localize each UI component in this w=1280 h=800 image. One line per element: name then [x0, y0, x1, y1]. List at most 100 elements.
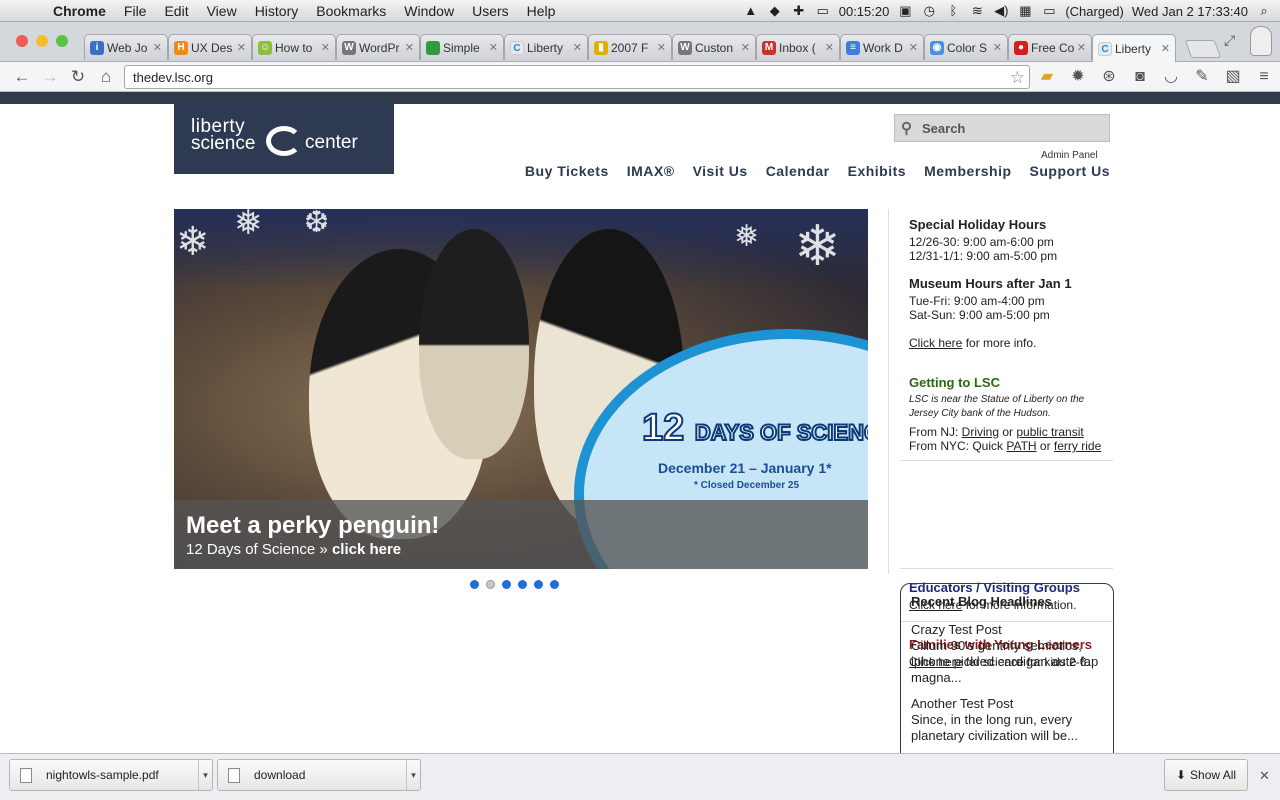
- evernote-icon[interactable]: ✎: [1191, 66, 1213, 88]
- reload-icon[interactable]: ↻: [64, 67, 92, 87]
- nav-support-us[interactable]: Support Us: [1030, 163, 1110, 179]
- tab-close-icon[interactable]: ✕: [405, 41, 414, 54]
- nav-calendar[interactable]: Calendar: [766, 163, 830, 179]
- google-drive-icon[interactable]: ▲: [743, 4, 759, 18]
- browser-tab[interactable]: Simple ✕: [420, 34, 504, 60]
- forward-arrow-icon[interactable]: →: [36, 67, 64, 87]
- back-arrow-icon[interactable]: ←: [8, 67, 36, 87]
- site-logo[interactable]: liberty science center: [174, 104, 394, 174]
- show-all-downloads-button[interactable]: ⬇ Show All: [1164, 759, 1248, 791]
- display-icon[interactable]: ▣: [897, 4, 913, 18]
- tab-close-icon[interactable]: ✕: [1161, 42, 1170, 55]
- menu-bookmarks[interactable]: Bookmarks: [307, 3, 395, 19]
- menu-view[interactable]: View: [198, 3, 246, 19]
- battery-time[interactable]: 00:15:20: [839, 4, 890, 19]
- public-transit-link[interactable]: public transit: [1016, 425, 1083, 439]
- browser-tab[interactable]: ▮ 2007 F ✕: [588, 34, 672, 60]
- menu-file[interactable]: File: [115, 3, 156, 19]
- browser-tab[interactable]: H UX Des ✕: [168, 34, 252, 60]
- nav-visit-us[interactable]: Visit Us: [693, 163, 748, 179]
- close-window-button[interactable]: [16, 35, 28, 47]
- browser-tab[interactable]: C Liberty ✕: [504, 34, 588, 60]
- tab-close-icon[interactable]: ✕: [237, 41, 246, 54]
- pocket-icon[interactable]: ◡: [1160, 66, 1182, 88]
- tab-close-icon[interactable]: ✕: [741, 41, 750, 54]
- profile-avatar[interactable]: [1250, 26, 1272, 56]
- volume-icon[interactable]: ◀): [993, 4, 1009, 18]
- blog-post[interactable]: Another Test Post Since, in the long run…: [911, 696, 1103, 744]
- download-item[interactable]: download ▾: [217, 759, 421, 791]
- path-link[interactable]: PATH: [1006, 439, 1036, 453]
- tab-close-icon[interactable]: ✕: [573, 41, 582, 54]
- input-menu-icon[interactable]: ▦: [1017, 4, 1033, 18]
- slide-dot[interactable]: [502, 580, 511, 589]
- zoom-window-button[interactable]: [56, 35, 68, 47]
- browser-tab[interactable]: ≡ Work D ✕: [840, 34, 924, 60]
- browser-tab[interactable]: ◉ Color S ✕: [924, 34, 1008, 60]
- tab-close-icon[interactable]: ✕: [657, 41, 666, 54]
- bookmark-star-icon[interactable]: ☆: [1010, 68, 1025, 88]
- address-url[interactable]: thedev.lsc.org: [133, 70, 213, 85]
- ferry-ride-link[interactable]: ferry ride: [1054, 439, 1101, 453]
- time-machine-icon[interactable]: ◷: [921, 4, 937, 18]
- tab-close-icon[interactable]: ✕: [1077, 41, 1086, 54]
- close-download-shelf-icon[interactable]: ✕: [1259, 768, 1270, 784]
- spotlight-search-icon[interactable]: ⌕: [1256, 4, 1272, 18]
- settings-gear-icon[interactable]: ✹: [1067, 66, 1089, 88]
- caption-link[interactable]: click here: [332, 541, 401, 558]
- slide-caption[interactable]: Meet a perky penguin! 12 Days of Science…: [174, 500, 868, 569]
- hero-slideshow[interactable]: ❄ ❅ ❆ ❄ ❅ 12 DAYS OF SCIENCE December 21…: [174, 209, 868, 569]
- home-icon[interactable]: ⌂: [92, 67, 120, 87]
- browser-tab[interactable]: W WordPr ✕: [336, 34, 420, 60]
- tab-close-icon[interactable]: ✕: [825, 41, 834, 54]
- download-menu-arrow-icon[interactable]: ▾: [198, 760, 212, 790]
- browser-tab[interactable]: ● Free Co ✕: [1008, 34, 1092, 60]
- menu-users[interactable]: Users: [463, 3, 518, 19]
- address-bar[interactable]: thedev.lsc.org ☆: [124, 65, 1030, 89]
- more-info-link[interactable]: Click here: [909, 336, 962, 350]
- site-search-input[interactable]: ⚲ Search: [894, 114, 1110, 142]
- battery-meter-icon[interactable]: ▭: [815, 4, 831, 18]
- driving-link[interactable]: Driving: [962, 425, 999, 439]
- nav-membership[interactable]: Membership: [924, 163, 1011, 179]
- slide-dot[interactable]: [534, 580, 543, 589]
- admin-panel-link[interactable]: Admin Panel: [1041, 150, 1098, 161]
- menu-edit[interactable]: Edit: [155, 3, 197, 19]
- camera-extension-icon[interactable]: ◙: [1129, 66, 1151, 88]
- tab-close-icon[interactable]: ✕: [321, 41, 330, 54]
- slide-dot[interactable]: [518, 580, 527, 589]
- tab-close-icon[interactable]: ✕: [153, 41, 162, 54]
- slide-dot[interactable]: [486, 580, 495, 589]
- slide-dot[interactable]: [470, 580, 479, 589]
- nav-imax[interactable]: IMAX®: [627, 163, 675, 179]
- browser-tab[interactable]: ☺ How to ✕: [252, 34, 336, 60]
- blog-post-title[interactable]: Crazy Test Post: [911, 622, 1103, 638]
- menu-history[interactable]: History: [246, 3, 308, 19]
- extension-circle-icon[interactable]: ⊛: [1098, 66, 1120, 88]
- fullscreen-icon[interactable]: ⤢: [1224, 32, 1235, 49]
- browser-tab[interactable]: i Web Jo ✕: [84, 34, 168, 60]
- new-tab-button[interactable]: [1184, 40, 1222, 58]
- tab-close-icon[interactable]: ✕: [489, 41, 498, 54]
- tab-close-icon[interactable]: ✕: [909, 41, 918, 54]
- plus-icon[interactable]: ✚: [791, 4, 807, 18]
- folder-extension-icon[interactable]: ▰: [1036, 66, 1058, 88]
- screenshot-extension-icon[interactable]: ▧: [1222, 66, 1244, 88]
- nav-exhibits[interactable]: Exhibits: [848, 163, 906, 179]
- tab-close-icon[interactable]: ✕: [993, 41, 1002, 54]
- minimize-window-button[interactable]: [36, 35, 48, 47]
- download-menu-arrow-icon[interactable]: ▾: [406, 760, 420, 790]
- browser-tab[interactable]: C Liberty ✕: [1092, 34, 1176, 62]
- download-item[interactable]: nightowls-sample.pdf ▾: [9, 759, 213, 791]
- download-filename[interactable]: nightowls-sample.pdf: [46, 768, 159, 782]
- blog-post[interactable]: Crazy Test Post Cillum 90's gentrify sem…: [911, 622, 1103, 686]
- menu-app-name[interactable]: Chrome: [44, 3, 115, 19]
- blog-post-title[interactable]: Another Test Post: [911, 696, 1103, 712]
- browser-tab[interactable]: W Custon ✕: [672, 34, 756, 60]
- nav-buy-tickets[interactable]: Buy Tickets: [525, 163, 609, 179]
- menu-help[interactable]: Help: [518, 3, 565, 19]
- battery-status[interactable]: (Charged): [1065, 4, 1124, 19]
- slide-dot[interactable]: [550, 580, 559, 589]
- chrome-menu-icon[interactable]: ≡: [1253, 66, 1275, 88]
- menu-window[interactable]: Window: [395, 3, 463, 19]
